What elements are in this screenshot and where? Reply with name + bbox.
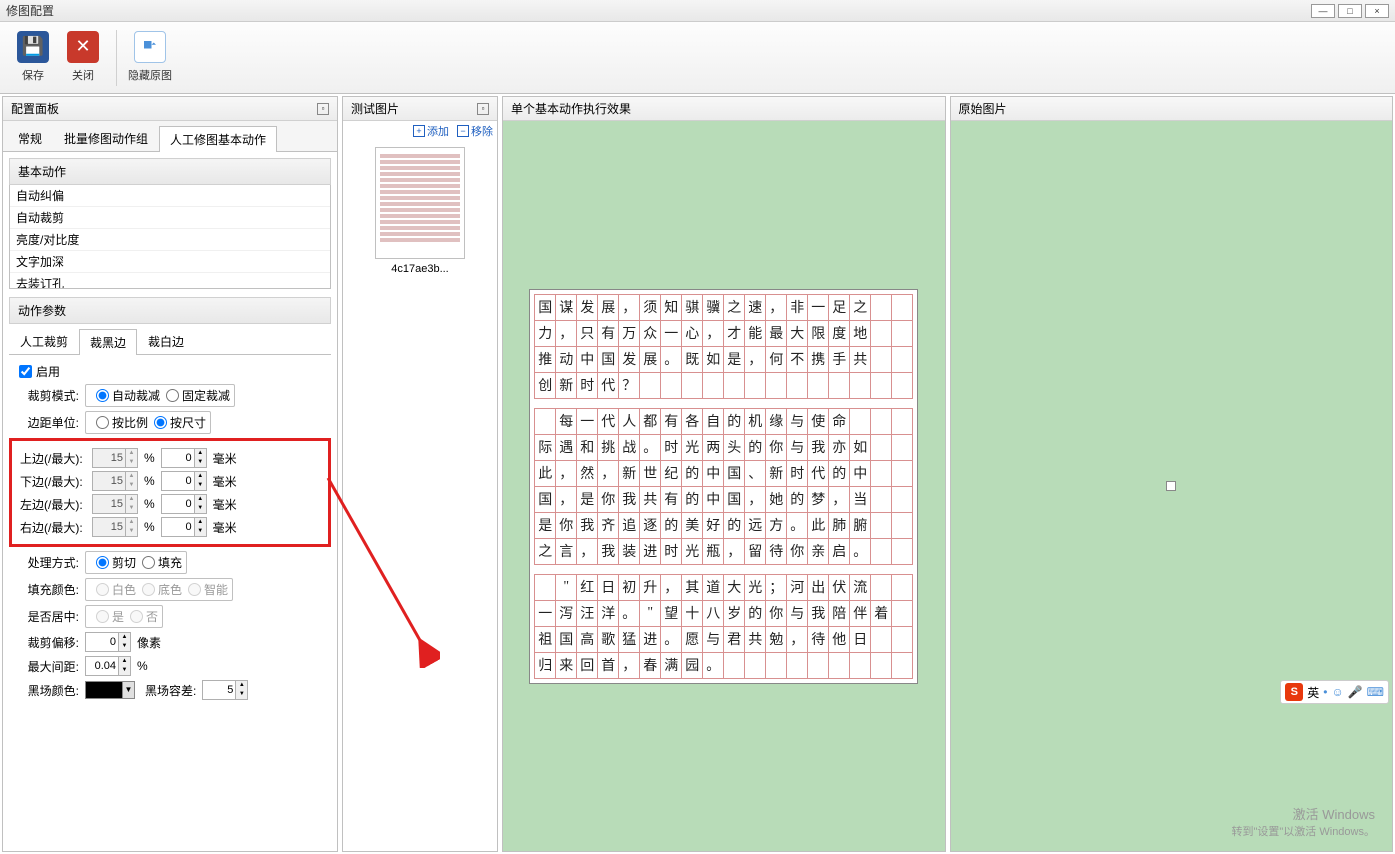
process-fill-radio[interactable]	[142, 556, 155, 569]
right-pct-spinner: ▲▼	[92, 517, 138, 537]
result-preview-body[interactable]: 国谋发展，须知骐骥之速，非一足之力，只有万众一心，才能最大限度地推动中国发展。既…	[503, 121, 945, 851]
center-yes-radio	[96, 610, 109, 623]
config-panel: 配置面板 ▫ 常规 批量修图动作组 人工修图基本动作 基本动作 自动纠偏 自动裁…	[2, 96, 338, 852]
ime-emoji-icon[interactable]: ☺	[1331, 685, 1343, 699]
left-pct-spinner: ▲▼	[92, 494, 138, 514]
top-pct-spinner: ▲▼	[92, 448, 138, 468]
basic-actions-list[interactable]: 自动纠偏 自动裁剪 亮度/对比度 文字加深 去装订孔	[9, 185, 331, 289]
crop-mode-auto-radio[interactable]	[96, 389, 109, 402]
basic-actions-header: 基本动作	[9, 158, 331, 185]
bottom-val-spinner[interactable]: ▲▼	[161, 471, 207, 491]
center-no-radio	[130, 610, 143, 623]
hide-original-button[interactable]: 隐藏原图	[125, 27, 175, 89]
subtab-manual-crop[interactable]: 人工裁剪	[9, 328, 79, 354]
left-val-spinner[interactable]: ▲▼	[161, 494, 207, 514]
save-icon: 💾	[17, 31, 49, 63]
thumbnail-caption: 4c17ae3b...	[375, 263, 465, 275]
list-item[interactable]: 亮度/对比度	[10, 229, 330, 251]
thumbnail[interactable]: 4c17ae3b...	[375, 147, 465, 275]
crop-mode-fixed-radio[interactable]	[166, 389, 179, 402]
result-preview-title: 单个基本动作执行效果	[511, 100, 631, 117]
fill-white-radio	[96, 583, 109, 596]
list-item[interactable]: 自动裁剪	[10, 207, 330, 229]
minimize-button[interactable]: —	[1311, 4, 1335, 18]
close-button[interactable]: ✕ 关闭	[58, 27, 108, 89]
process-cut-radio[interactable]	[96, 556, 109, 569]
original-preview-body[interactable]	[951, 121, 1393, 851]
list-item[interactable]: 自动纠偏	[10, 185, 330, 207]
tab-batch[interactable]: 批量修图动作组	[53, 125, 159, 151]
close-icon: ✕	[67, 31, 99, 63]
pin-button[interactable]: ▫	[317, 103, 329, 115]
thumbnail-image	[375, 147, 465, 259]
add-icon: +	[413, 125, 425, 137]
ime-lang[interactable]: 英	[1307, 684, 1319, 701]
toolbar: 💾 保存 ✕ 关闭 隐藏原图	[0, 22, 1395, 94]
ime-bar[interactable]: S 英 • ☺ 🎤 ⌨	[1280, 680, 1389, 704]
fill-smart-radio	[188, 583, 201, 596]
crop-offset-spinner[interactable]: ▲▼	[85, 632, 131, 652]
result-document: 国谋发展，须知骐骥之速，非一足之力，只有万众一心，才能最大限度地推动中国发展。既…	[529, 289, 918, 684]
ime-mic-icon[interactable]: 🎤	[1348, 685, 1363, 699]
right-val-spinner[interactable]: ▲▼	[161, 517, 207, 537]
black-color-picker[interactable]: ▼	[85, 681, 135, 699]
action-params-header: 动作参数	[9, 297, 331, 324]
fill-base-radio	[142, 583, 155, 596]
original-document	[1166, 481, 1176, 491]
margins-highlight-box: 上边(/最大): ▲▼ % ▲▼ 毫米 下边(/最大): ▲▼ % ▲▼ 毫米 …	[9, 438, 331, 547]
remove-icon: −	[457, 125, 469, 137]
original-preview-title: 原始图片	[959, 100, 1007, 117]
original-preview-panel: 原始图片	[950, 96, 1394, 852]
save-button[interactable]: 💾 保存	[8, 27, 58, 89]
test-panel: 测试图片 ▫ +添加 −移除 4c17ae3b...	[342, 96, 498, 852]
remove-test-button[interactable]: −移除	[457, 123, 493, 139]
bottom-pct-spinner: ▲▼	[92, 471, 138, 491]
test-panel-title: 测试图片	[351, 100, 399, 117]
ime-punct-icon[interactable]: •	[1323, 685, 1327, 699]
enable-checkbox[interactable]	[19, 365, 32, 378]
unit-size-radio[interactable]	[154, 416, 167, 429]
subtab-black-border[interactable]: 裁黑边	[79, 329, 137, 355]
black-tolerance-spinner[interactable]: ▲▼	[202, 680, 248, 700]
hide-icon	[134, 31, 166, 63]
config-panel-title: 配置面板	[11, 100, 59, 117]
top-val-spinner[interactable]: ▲▼	[161, 448, 207, 468]
maximize-button[interactable]: □	[1338, 4, 1362, 18]
add-test-button[interactable]: +添加	[413, 123, 449, 139]
tab-manual[interactable]: 人工修图基本动作	[159, 126, 277, 152]
ime-keyboard-icon[interactable]: ⌨	[1367, 685, 1384, 699]
sogou-icon: S	[1285, 683, 1303, 701]
unit-ratio-radio[interactable]	[96, 416, 109, 429]
close-window-button[interactable]: ×	[1365, 4, 1389, 18]
list-item[interactable]: 去装订孔	[10, 273, 330, 289]
pin-button[interactable]: ▫	[477, 103, 489, 115]
list-item[interactable]: 文字加深	[10, 251, 330, 273]
windows-watermark: 激活 Windows 转到"设置"以激活 Windows。	[1232, 806, 1376, 840]
window-title: 修图配置	[6, 2, 54, 19]
subtab-white-border[interactable]: 裁白边	[137, 328, 195, 354]
max-gap-spinner[interactable]: ▲▼	[85, 656, 131, 676]
titlebar: 修图配置 — □ ×	[0, 0, 1395, 22]
result-preview-panel: 单个基本动作执行效果 国谋发展，须知骐骥之速，非一足之力，只有万众一心，才能最大…	[502, 96, 946, 852]
config-tabs: 常规 批量修图动作组 人工修图基本动作	[3, 121, 337, 152]
tab-general[interactable]: 常规	[7, 125, 53, 151]
